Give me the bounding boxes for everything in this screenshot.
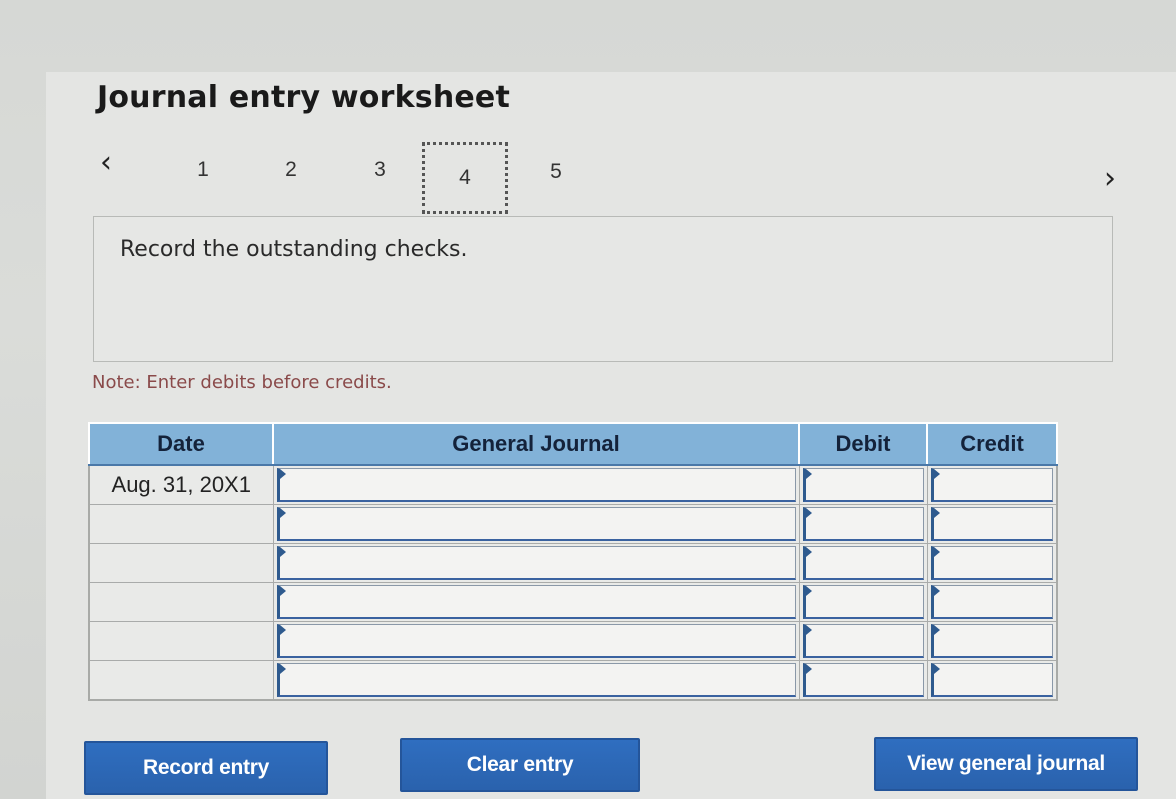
journal-header-row: Date General Journal Debit Credit	[88, 422, 1058, 466]
credit-input[interactable]	[930, 546, 1053, 580]
debit-input[interactable]	[802, 663, 924, 697]
chevron-left-icon[interactable]: ‹	[100, 148, 112, 178]
date-cell	[88, 660, 274, 701]
table-row	[88, 660, 1058, 701]
note-text: Note: Enter debits before credits.	[92, 372, 392, 393]
column-header-debit: Debit	[798, 422, 928, 466]
credit-input[interactable]	[930, 468, 1053, 502]
account-input[interactable]	[276, 546, 796, 580]
date-cell: Aug. 31, 20X1	[88, 464, 274, 505]
step-2[interactable]: 2	[271, 158, 311, 182]
debit-input[interactable]	[802, 546, 924, 580]
step-navigation: ‹ 1 2 3 4 5 ›	[0, 140, 1176, 220]
date-cell	[88, 582, 274, 622]
table-row	[88, 504, 1058, 544]
debit-input[interactable]	[802, 624, 924, 658]
journal-table: Date General Journal Debit Credit Aug. 3…	[88, 422, 1058, 701]
account-input[interactable]	[276, 468, 796, 502]
debit-input[interactable]	[802, 585, 924, 619]
account-input[interactable]	[276, 585, 796, 619]
table-row: Aug. 31, 20X1	[88, 464, 1058, 505]
view-general-journal-button[interactable]: View general journal	[874, 737, 1138, 791]
account-input[interactable]	[276, 663, 796, 697]
step-1[interactable]: 1	[183, 158, 223, 182]
worksheet-title: Journal entry worksheet	[97, 80, 511, 115]
account-input[interactable]	[276, 624, 796, 658]
chevron-right-icon[interactable]: ›	[1104, 164, 1116, 194]
date-cell	[88, 621, 274, 661]
debit-input[interactable]	[802, 468, 924, 502]
credit-input[interactable]	[930, 507, 1053, 541]
credit-input[interactable]	[930, 624, 1053, 658]
credit-input[interactable]	[930, 585, 1053, 619]
step-5[interactable]: 5	[536, 160, 576, 184]
instruction-box: Record the outstanding checks.	[93, 216, 1113, 362]
date-cell	[88, 543, 274, 583]
record-entry-button[interactable]: Record entry	[84, 741, 328, 795]
clear-entry-button[interactable]: Clear entry	[400, 738, 640, 792]
credit-input[interactable]	[930, 663, 1053, 697]
step-4[interactable]: 4	[422, 142, 508, 214]
debit-input[interactable]	[802, 507, 924, 541]
table-row	[88, 621, 1058, 661]
column-header-general-journal: General Journal	[272, 422, 800, 466]
account-input[interactable]	[276, 507, 796, 541]
table-row	[88, 543, 1058, 583]
instruction-text: Record the outstanding checks.	[120, 237, 468, 262]
date-cell	[88, 504, 274, 544]
column-header-date: Date	[88, 422, 274, 466]
table-row	[88, 582, 1058, 622]
step-3[interactable]: 3	[360, 158, 400, 182]
column-header-credit: Credit	[926, 422, 1058, 466]
